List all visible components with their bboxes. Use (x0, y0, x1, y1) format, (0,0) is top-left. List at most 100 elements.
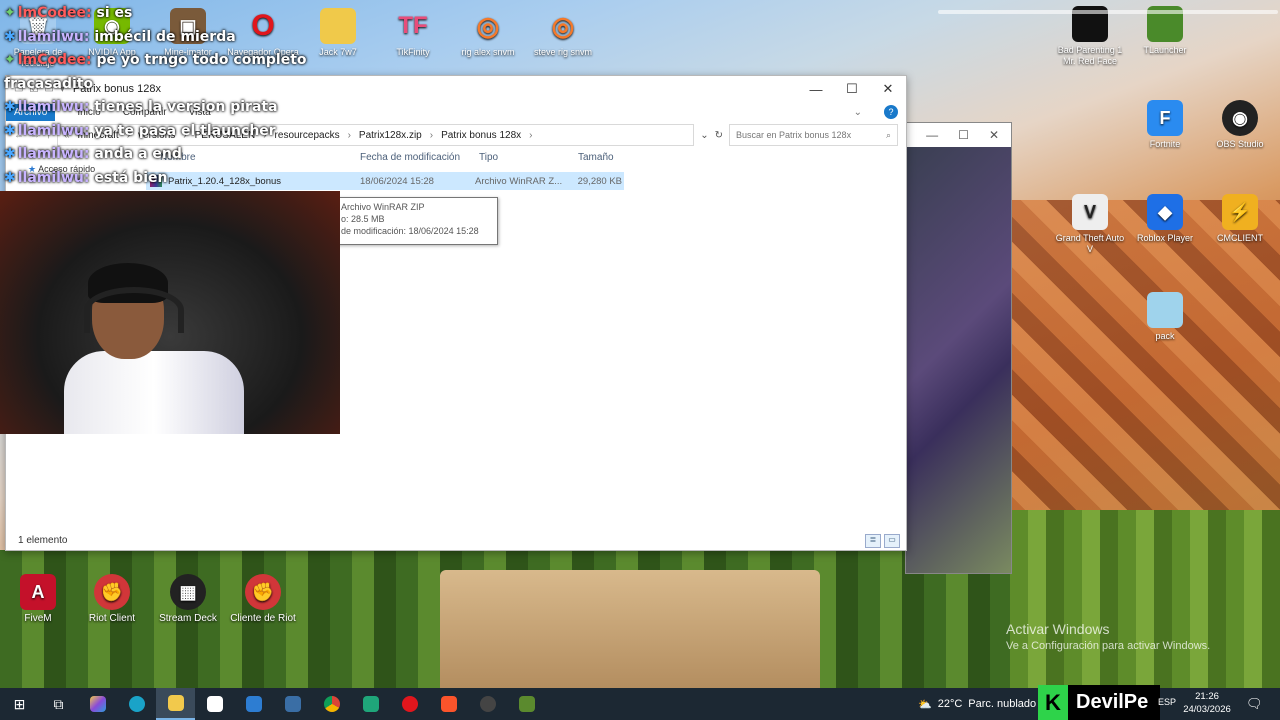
chat-line: ✱ llamilwu: anda a end (4, 143, 307, 167)
desktop-icon-jack[interactable]: Jack 7w7 (302, 8, 374, 58)
chat-user: llamilwu: (17, 28, 90, 45)
desktop-icon-stream-deck[interactable]: ▦ Stream Deck (152, 574, 224, 624)
chat-message: anda a end (94, 146, 182, 162)
help-icon[interactable]: ? (884, 105, 898, 119)
minimize-icon[interactable]: — (926, 128, 938, 142)
tikfinity-icon: TF (398, 12, 428, 39)
background-window[interactable]: — ☐ ✕ (905, 122, 1012, 574)
desktop-icon-label: OBS Studio (1216, 139, 1264, 149)
desktop-icon-label: TikFinity (396, 47, 430, 57)
weather-temp: 22°C (937, 698, 963, 710)
obs-taskbar-icon[interactable] (468, 688, 507, 720)
chat-badge-icon: ✦ (4, 5, 16, 21)
chat-badge-icon: ✱ (4, 99, 16, 115)
stream-goal-bar (938, 2, 1278, 14)
chrome-icon[interactable] (312, 688, 351, 720)
file-explorer-icon[interactable] (156, 688, 195, 720)
chat-badge-icon: ✱ (4, 146, 16, 162)
fortnite-icon: F (1147, 100, 1183, 136)
store-icon[interactable] (195, 688, 234, 720)
desktop-icon-pack[interactable]: pack (1129, 292, 1201, 342)
chat-message: imbécil de mierda (94, 28, 236, 45)
chat-badge-icon: ✱ (4, 169, 16, 186)
goal-progress-track (938, 10, 1278, 14)
desktop-icon-bad-parenting[interactable]: Bad Parenting 1 Mr. Red Face (1054, 6, 1126, 67)
chat-message: ya te pasa el tlauncher (94, 122, 276, 139)
desktop-icon-roblox[interactable]: ◆ Roblox Player (1129, 194, 1201, 244)
desktop-icon-label: CMCLIENT (1216, 233, 1263, 243)
column-date[interactable]: Fecha de modificación (356, 152, 475, 163)
brave-icon[interactable] (429, 688, 468, 720)
view-buttons: ≣ ▭ (865, 534, 900, 548)
desktop-icon-cliente-riot[interactable]: ✊ Cliente de Riot (227, 574, 299, 624)
chat-user: llamilwu: (17, 122, 90, 139)
edge-icon[interactable] (117, 688, 156, 720)
fivem-icon: A (20, 574, 56, 610)
minimize-button[interactable]: — (798, 82, 834, 97)
desktop-icon-gta[interactable]: V Grand Theft Auto V (1054, 194, 1126, 255)
desktop-icon-label: TLauncher (1143, 45, 1187, 55)
expand-ribbon-icon[interactable]: ⌄ (854, 107, 862, 118)
start-button[interactable]: ⊞ (0, 688, 39, 720)
large-icons-view-icon[interactable]: ▭ (884, 534, 900, 548)
file-size: 29,280 KB (577, 175, 622, 187)
desktop-icon-fortnite[interactable]: F Fortnite (1129, 100, 1201, 150)
mail-icon[interactable] (234, 688, 273, 720)
stream-chat-overlay: ✦ lmCodee: si es ✱ llamilwu: imbécil de mi… (4, 2, 307, 190)
chat-message: tienes la version pirata (94, 99, 278, 115)
app-icon[interactable] (351, 688, 390, 720)
chat-user: llamilwu: (17, 169, 90, 186)
chat-message: está bien (94, 169, 168, 186)
history-dropdown-icon[interactable]: ⌄ (700, 130, 708, 141)
folder-icon (320, 8, 356, 44)
close-icon[interactable]: ✕ (989, 128, 999, 142)
wallpaper-figure (440, 570, 820, 690)
weather-icon: ⛅ (918, 698, 932, 711)
maximize-icon[interactable]: ☐ (958, 128, 969, 142)
file-tooltip: Archivo WinRAR ZIP o: 28.5 MB de modific… (336, 197, 498, 245)
desktop-icon-cmclient[interactable]: ⚡ CMCLIENT (1204, 194, 1276, 244)
streamer-shirt (64, 351, 244, 434)
blender-icon: ◎ (551, 10, 575, 41)
path-segment[interactable]: Patrix bonus 128x (441, 130, 521, 141)
desktop-icon-fivem[interactable]: A FiveM (2, 574, 74, 624)
copilot-icon[interactable] (78, 688, 117, 720)
close-button[interactable]: ✕ (870, 81, 906, 97)
column-size[interactable]: Tamaño (574, 152, 648, 163)
desktop-icon-obs[interactable]: ◉ OBS Studio (1204, 100, 1276, 150)
clock-time: 21:26 (1195, 691, 1219, 702)
desktop-icon-label: pack (1155, 331, 1175, 341)
path-segment[interactable]: Patrix128x.zip (359, 130, 422, 141)
search-box[interactable]: Buscar en Patrix bonus 128x ⌕ (729, 124, 898, 146)
minecraft-taskbar-icon[interactable] (507, 688, 546, 720)
desktop-icon-riot-client[interactable]: ✊ Riot Client (76, 574, 148, 624)
streamer-brand-overlay: K DevilPe (1038, 685, 1160, 720)
wallpaper-grass-right (1010, 510, 1280, 690)
maximize-button[interactable]: ☐ (834, 81, 870, 97)
desktop-icon-label: Fortnite (1149, 139, 1181, 149)
weather-widget[interactable]: ⛅ 22°C Parc. nublado (918, 698, 1036, 711)
gta-icon: V (1072, 194, 1108, 230)
taskbar-clock[interactable]: 21:26 24/03/2026 (1182, 690, 1232, 716)
background-window-content (906, 147, 1011, 573)
desktop-icon-rig-alex[interactable]: ◎ rig alex snvm (452, 8, 524, 58)
desktop-icon-label: FiveM (24, 613, 52, 624)
desktop-icon-label: Cliente de Riot (230, 613, 296, 624)
chat-badge-icon: ✱ (4, 28, 16, 45)
notification-icon[interactable]: 🗨 (1246, 696, 1263, 712)
column-type[interactable]: Tipo (475, 152, 574, 163)
activate-title: Activar Windows (1006, 621, 1110, 637)
language-indicator[interactable]: ESP (1158, 697, 1176, 707)
desktop-icon-label: Stream Deck (159, 613, 217, 624)
opera-taskbar-icon[interactable] (390, 688, 429, 720)
refresh-icon[interactable]: ↻ (715, 130, 723, 141)
desktop-icon-steve-rig[interactable]: ◎ steve rig snvm (527, 8, 599, 58)
desktop-icon-label: Riot Client (88, 613, 136, 624)
kick-logo-icon: K (1038, 685, 1068, 720)
task-view-icon[interactable]: ⧉ (39, 688, 78, 720)
search-icon: ⌕ (885, 129, 891, 140)
calculator-icon[interactable] (273, 688, 312, 720)
details-view-icon[interactable]: ≣ (865, 534, 881, 548)
wallpaper-blocks (1010, 200, 1280, 520)
desktop-icon-tikfinity[interactable]: TF TikFinity (377, 8, 449, 58)
